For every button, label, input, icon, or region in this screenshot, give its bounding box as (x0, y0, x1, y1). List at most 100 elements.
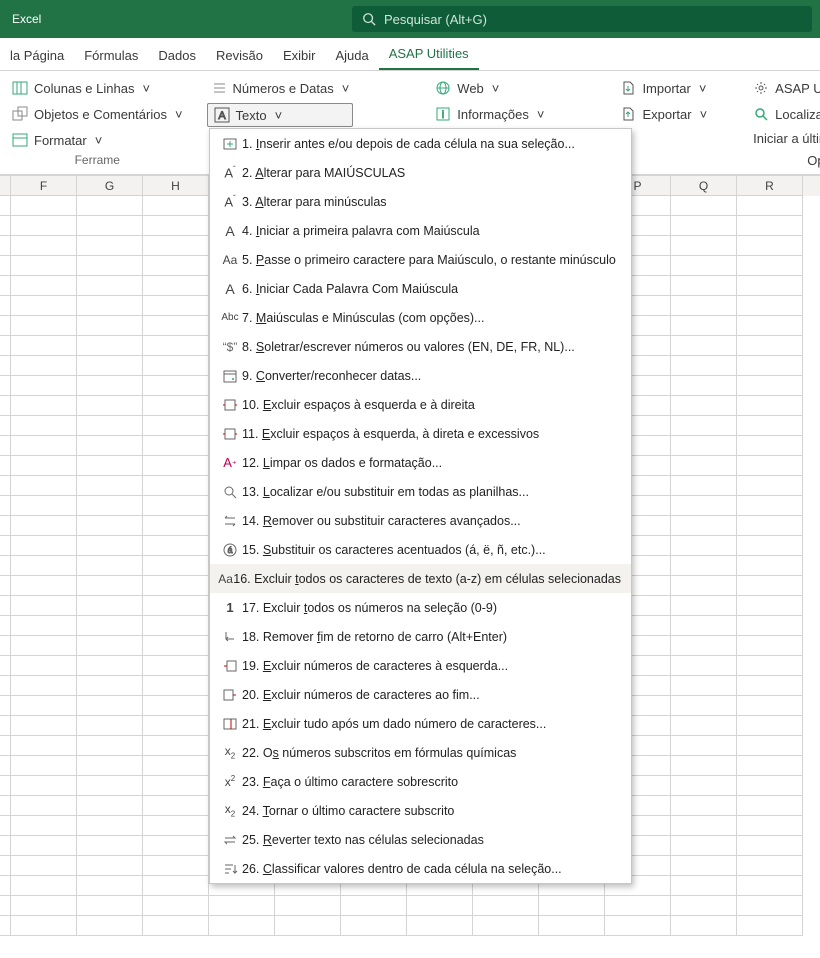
cell[interactable] (737, 616, 803, 636)
cell[interactable] (0, 856, 11, 876)
cell[interactable] (11, 496, 77, 516)
cell[interactable] (737, 336, 803, 356)
cell[interactable] (77, 836, 143, 856)
cell[interactable] (143, 456, 209, 476)
cell[interactable] (0, 876, 11, 896)
cell[interactable] (0, 836, 11, 856)
cell[interactable] (11, 856, 77, 876)
cell[interactable] (77, 856, 143, 876)
cell[interactable] (737, 716, 803, 736)
col-header[interactable]: Q (671, 176, 737, 196)
cell[interactable] (671, 796, 737, 816)
cell[interactable] (671, 396, 737, 416)
cell[interactable] (0, 436, 11, 456)
cell[interactable] (143, 836, 209, 856)
cell[interactable] (0, 496, 11, 516)
cell[interactable] (473, 896, 539, 916)
cell[interactable] (77, 876, 143, 896)
cell[interactable] (11, 276, 77, 296)
cell[interactable] (11, 596, 77, 616)
cell[interactable] (0, 736, 11, 756)
tab-help[interactable]: Ajuda (325, 42, 378, 70)
cell[interactable] (143, 376, 209, 396)
menu-item-12[interactable]: A⁺12. Limpar os dados e formatação... (210, 448, 631, 477)
cell[interactable] (11, 896, 77, 916)
cell[interactable] (671, 336, 737, 356)
cell[interactable] (143, 756, 209, 776)
cell[interactable] (77, 456, 143, 476)
cell[interactable] (671, 736, 737, 756)
text-button[interactable]: A Texto ˅ (207, 103, 354, 127)
cell[interactable] (0, 376, 11, 396)
cell[interactable] (671, 576, 737, 596)
cell[interactable] (143, 696, 209, 716)
col-header[interactable] (0, 176, 11, 196)
cell[interactable] (0, 796, 11, 816)
cell[interactable] (737, 876, 803, 896)
cell[interactable] (143, 716, 209, 736)
cell[interactable] (143, 776, 209, 796)
find-run-utility-button[interactable]: Localizar e executar um utilitário (749, 103, 820, 125)
cell[interactable] (143, 876, 209, 896)
cell[interactable] (737, 416, 803, 436)
cell[interactable] (143, 436, 209, 456)
cell[interactable] (143, 516, 209, 536)
cell[interactable] (671, 756, 737, 776)
menu-item-20[interactable]: 20. Excluir números de caracteres ao fim… (210, 680, 631, 709)
cell[interactable] (143, 736, 209, 756)
cell[interactable] (0, 256, 11, 276)
cell[interactable] (77, 216, 143, 236)
cell[interactable] (737, 856, 803, 876)
menu-item-3[interactable]: Aˇ3. Alterar para minúsculas (210, 187, 631, 216)
cell[interactable] (737, 596, 803, 616)
cell[interactable] (737, 756, 803, 776)
cell[interactable] (11, 256, 77, 276)
cell[interactable] (737, 736, 803, 756)
cell[interactable] (77, 776, 143, 796)
cell[interactable] (209, 896, 275, 916)
menu-item-1[interactable]: 1. Inserir antes e/ou depois de cada cél… (210, 129, 631, 158)
cell[interactable] (77, 556, 143, 576)
cell[interactable] (143, 556, 209, 576)
cell[interactable] (737, 316, 803, 336)
cell[interactable] (737, 696, 803, 716)
cols-rows-button[interactable]: Colunas e Linhas ˅ (8, 77, 187, 99)
cell[interactable] (737, 356, 803, 376)
cell[interactable] (77, 696, 143, 716)
import-button[interactable]: Importar ˅ (616, 77, 711, 99)
cell[interactable] (11, 416, 77, 436)
cell[interactable] (0, 816, 11, 836)
cell[interactable] (737, 296, 803, 316)
cell[interactable] (671, 656, 737, 676)
cell[interactable] (77, 636, 143, 656)
col-header[interactable]: G (77, 176, 143, 196)
start-last-tool-button[interactable]: Iniciar a última ferramenta novame (749, 129, 820, 147)
menu-item-17[interactable]: 117. Excluir todos os números na seleção… (210, 593, 631, 622)
cell[interactable] (11, 876, 77, 896)
cell[interactable] (737, 216, 803, 236)
cell[interactable] (737, 516, 803, 536)
cell[interactable] (77, 596, 143, 616)
menu-item-10[interactable]: 10. Excluir espaços à esquerda e à direi… (210, 390, 631, 419)
cell[interactable] (11, 776, 77, 796)
cell[interactable] (77, 296, 143, 316)
cell[interactable] (11, 836, 77, 856)
cell[interactable] (143, 256, 209, 276)
cell[interactable] (209, 916, 275, 936)
cell[interactable] (143, 596, 209, 616)
cell[interactable] (77, 616, 143, 636)
cell[interactable] (737, 496, 803, 516)
cell[interactable] (77, 816, 143, 836)
cell[interactable] (671, 596, 737, 616)
cell[interactable] (11, 376, 77, 396)
cell[interactable] (143, 276, 209, 296)
cell[interactable] (671, 716, 737, 736)
cell[interactable] (11, 716, 77, 736)
cell[interactable] (143, 356, 209, 376)
cell[interactable] (737, 236, 803, 256)
cell[interactable] (737, 276, 803, 296)
cell[interactable] (143, 236, 209, 256)
cell[interactable] (0, 656, 11, 676)
cell[interactable] (77, 376, 143, 396)
cell[interactable] (143, 616, 209, 636)
